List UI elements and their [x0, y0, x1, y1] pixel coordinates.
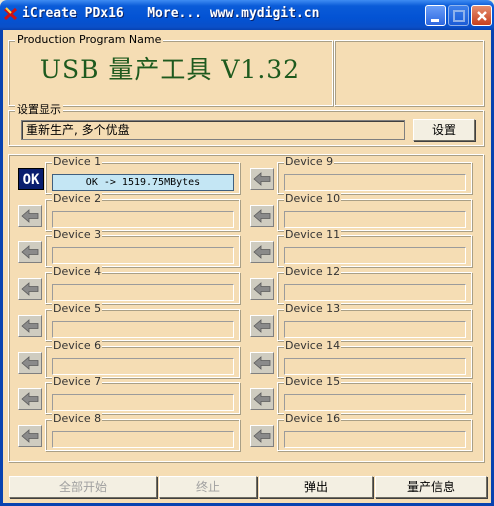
device-label: Device 14: [284, 338, 342, 352]
production-info-button[interactable]: 量产信息: [375, 476, 487, 498]
device-progress-bar: [52, 357, 234, 375]
settings-group-label: 设置显示: [15, 103, 63, 116]
device-status-icon: [250, 351, 274, 374]
device-progress-bar: [284, 284, 466, 302]
device-progress-bar: [52, 210, 234, 228]
device-label: Device 16: [284, 411, 342, 425]
close-button[interactable]: [471, 5, 492, 26]
arrow-left-icon: [253, 355, 271, 370]
settings-display-field: 重新生产, 多个优盘: [21, 120, 405, 140]
device-label: Device 3: [52, 228, 103, 242]
settings-button[interactable]: 设置: [413, 119, 475, 141]
device-status-icon: [250, 241, 274, 264]
device-label: Device 15: [284, 375, 342, 389]
device-label: Device 8: [52, 411, 103, 425]
start-all-button[interactable]: 全部开始: [9, 476, 157, 498]
arrow-left-icon: [253, 429, 271, 443]
device-slot-8: Device 8: [45, 412, 240, 451]
device-slot-12: Device 12: [277, 266, 472, 305]
device-label: Device 12: [284, 265, 342, 279]
close-icon: [477, 11, 487, 21]
device-progress-bar: [284, 320, 466, 338]
device-label: Device 5: [52, 301, 103, 315]
device-slot-13: Device 13: [277, 302, 472, 341]
maximize-icon: [453, 10, 465, 22]
device-progress-bar: [284, 357, 466, 375]
device-status-icon: [18, 351, 42, 374]
device-slot-7: Device 7: [45, 376, 240, 415]
device-status-icon: [18, 204, 42, 227]
arrow-left-icon: [21, 245, 39, 260]
device-label: Device 2: [52, 191, 103, 205]
eject-button[interactable]: 弹出: [259, 476, 373, 498]
device-status-icon: [250, 314, 274, 337]
arrow-left-icon: [253, 392, 271, 407]
device-status-icon: [250, 204, 274, 227]
device-slot-3: Device 3: [45, 229, 240, 268]
device-slot-9: Device 9: [277, 156, 472, 194]
device-status-icon: [250, 424, 274, 447]
device-progress-bar: [52, 430, 234, 448]
device-label: Device 10: [284, 191, 342, 205]
client-area: Production Program Name USB 量产工具 V1.32 设…: [0, 30, 494, 506]
program-name: USB 量产工具 V1.32: [39, 55, 301, 84]
device-label: Device 7: [52, 375, 103, 389]
stop-button[interactable]: 终止: [159, 476, 257, 498]
device-progress-bar: [284, 174, 466, 191]
device-label: Device 4: [52, 265, 103, 279]
arrow-left-icon: [21, 392, 39, 407]
device-slot-16: Device 16: [277, 412, 472, 451]
program-name-group-label: Production Program Name: [15, 33, 164, 46]
arrow-left-icon: [253, 282, 271, 296]
device-label: Device 13: [284, 301, 342, 315]
device-status-icon: [18, 278, 42, 301]
minimize-button[interactable]: [425, 5, 446, 26]
arrow-left-icon: [253, 318, 271, 333]
device-slot-11: Device 11: [277, 229, 472, 268]
arrow-left-icon: [253, 208, 271, 223]
arrow-left-icon: [21, 282, 39, 296]
device-status-icon: [18, 241, 42, 264]
device-progress-bar: [284, 210, 466, 228]
arrow-left-icon: [21, 318, 39, 333]
device-slot-4: Device 4: [45, 266, 240, 305]
device-progress-bar: [52, 284, 234, 302]
maximize-button[interactable]: [448, 5, 469, 26]
minimize-icon: [431, 19, 439, 22]
device-slot-15: Device 15: [277, 376, 472, 415]
device-status-ok-icon: OK: [18, 168, 44, 190]
device-status-icon: [250, 278, 274, 301]
device-progress-bar: [284, 394, 466, 412]
device-slot-10: Device 10: [277, 192, 472, 231]
device-progress-bar: [284, 247, 466, 265]
device-progress-bar: [52, 247, 234, 265]
arrow-left-icon: [21, 208, 39, 223]
device-label: Device 1: [52, 155, 103, 168]
device-slot-14: Device 14: [277, 339, 472, 378]
device-slot-5: Device 5: [45, 302, 240, 341]
device-progress-bar: [52, 394, 234, 412]
arrow-left-icon: [253, 245, 271, 260]
device-progress-bar: [284, 430, 466, 448]
device-label: Device 6: [52, 338, 103, 352]
device-progress-bar: [52, 320, 234, 338]
device-slot-6: Device 6: [45, 339, 240, 378]
device-slot-2: Device 2: [45, 192, 240, 231]
app-icon: [3, 7, 18, 21]
window-title: iCreate PDx16 More... www.mydigit.cn: [22, 6, 320, 21]
device-status-icon: [18, 314, 42, 337]
title-bar[interactable]: iCreate PDx16 More... www.mydigit.cn: [0, 0, 494, 30]
device-slot-1: Device 1 OK -> 1519.75MBytes: [45, 156, 240, 194]
device-progress-bar: OK -> 1519.75MBytes: [52, 174, 234, 191]
device-status-icon: [18, 424, 42, 447]
program-info-panel: [334, 40, 484, 106]
arrow-left-icon: [21, 355, 39, 370]
arrow-left-icon: [21, 429, 39, 443]
device-label: Device 9: [284, 155, 335, 168]
device-status-icon: [18, 388, 42, 411]
device-label: Device 11: [284, 228, 342, 242]
device-status-icon: [250, 168, 274, 190]
arrow-left-icon: [253, 172, 271, 186]
device-status-icon: [250, 388, 274, 411]
